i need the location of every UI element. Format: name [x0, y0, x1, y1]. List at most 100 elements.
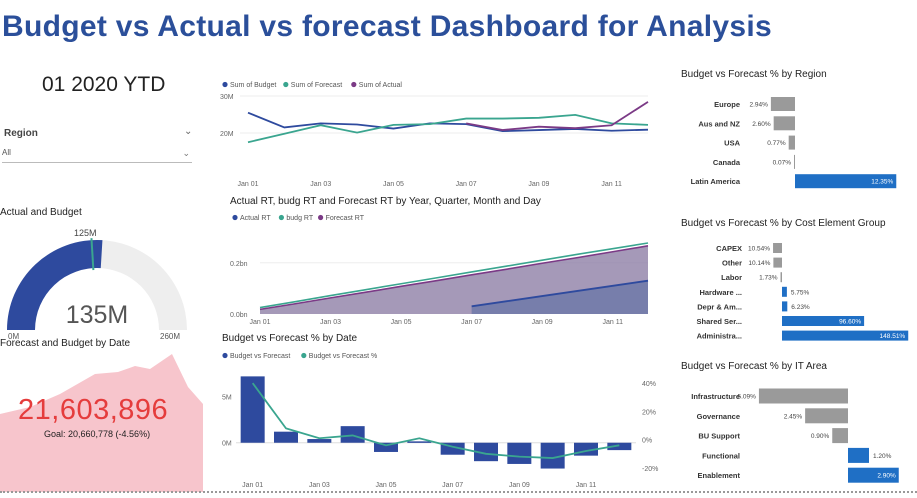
bar-positive — [782, 301, 788, 312]
bvf-date-combo-chart: Budget vs Forecast Budget vs Forecast % 5M… — [222, 352, 658, 489]
category-label: USA — [724, 139, 740, 148]
value-label: 2.94% — [749, 102, 768, 109]
legend-marker — [222, 352, 228, 359]
gauge-max-label: 260M — [160, 332, 180, 340]
series-line — [247, 113, 649, 144]
rt-area-chart: Actual RT budg RT Forecast RT0.2bn0.0bnJan… — [230, 214, 649, 326]
bar-negative — [805, 408, 848, 424]
category-label: Enablement — [697, 471, 740, 480]
it-area-hbar-chart: Infrastructure5.09% Governance 2.45% BU Sup… — [691, 388, 899, 483]
category-label: Labor — [721, 273, 742, 282]
legend-label: Budget vs Forecast — [230, 353, 290, 360]
legend-label: Forecast RT — [326, 215, 365, 222]
x-tick-label: Jan 09 — [532, 319, 553, 326]
legend-marker — [301, 352, 307, 359]
bar-negative — [788, 135, 795, 150]
chevron-down-icon: ⌄ — [182, 148, 190, 158]
y-right-tick-label: 40% — [642, 381, 656, 388]
gauge-target-label: 125M — [74, 228, 97, 238]
cost-element-hbar-chart: CAPEX 10.54% Other 10.14% Labor 1.73% Hardware… — [697, 243, 909, 341]
x-tick-label: Jan 01 — [242, 482, 263, 489]
bar-negative — [770, 97, 795, 111]
legend-marker — [222, 81, 228, 88]
bar-negative — [773, 257, 782, 268]
value-label: 12.35% — [871, 179, 893, 186]
it-area-chart-title: Budget vs Forecast % by IT Area — [681, 361, 827, 372]
category-label: Hardware ... — [699, 288, 742, 297]
legend-marker — [232, 214, 238, 221]
x-tick-label: Jan 01 — [249, 319, 270, 326]
category-label: Depr & Am... — [697, 302, 742, 311]
region-hbar-chart: Europe 2.94% Aus and NZ 2.60% USA 0.77% Canada… — [691, 97, 897, 189]
x-tick-label: Jan 11 — [602, 319, 623, 326]
category-label: Latin America — [691, 177, 741, 186]
category-label: Other — [722, 259, 742, 268]
x-tick-label: Jan 07 — [461, 319, 482, 326]
bar-negative — [832, 428, 848, 444]
bar — [307, 439, 332, 443]
legend-label: Budget vs Forecast % — [309, 353, 377, 360]
category-label: Aus and NZ — [698, 119, 740, 128]
value-label: 1.20% — [873, 453, 892, 460]
x-tick-label: Jan 07 — [442, 482, 463, 489]
category-label: BU Support — [698, 432, 740, 441]
bar — [340, 426, 365, 443]
gauge-value-label: 135M — [66, 301, 129, 329]
legend-marker — [283, 81, 289, 88]
x-tick-label: Jan 03 — [310, 181, 331, 188]
legend-label: Actual RT — [240, 215, 271, 222]
x-tick-label: Jan 09 — [528, 181, 549, 188]
bar-negative — [794, 154, 795, 169]
category-label: Administra... — [697, 332, 742, 341]
category-label: Functional — [702, 451, 740, 460]
bar — [274, 431, 298, 443]
value-label: 96.60% — [839, 319, 861, 326]
chevron-down-icon[interactable]: ⌄ — [184, 126, 192, 137]
y-left-tick-label: 5M — [222, 395, 232, 402]
y-tick-label: 0.0bn — [230, 312, 248, 319]
y-left-tick-label: 0M — [222, 441, 232, 448]
region-filter-label: Region — [4, 128, 38, 139]
legend-label: budg RT — [286, 215, 313, 222]
value-label: 5.75% — [791, 289, 810, 296]
value-label: 5.09% — [737, 394, 756, 401]
region-select[interactable]: All ⌄ — [2, 148, 192, 163]
bar-positive — [848, 447, 869, 463]
bar — [240, 376, 265, 443]
y-right-tick-label: -20% — [642, 466, 658, 473]
y-tick-label: 20M — [220, 131, 234, 138]
bvf-date-chart-title: Budget vs Forecast % by Date — [222, 333, 358, 344]
x-tick-label: Jan 03 — [309, 482, 330, 489]
y-tick-label: 0.2bn — [230, 261, 248, 268]
bar — [507, 442, 532, 464]
x-tick-label: Jan 05 — [391, 319, 412, 326]
x-tick-label: Jan 07 — [456, 181, 477, 188]
x-tick-label: Jan 09 — [509, 482, 530, 489]
category-label: Infrastructure — [691, 392, 740, 401]
x-tick-label: Jan 05 — [383, 181, 404, 188]
value-label: 2.90% — [877, 473, 896, 480]
legend-marker — [351, 81, 357, 88]
ytd-label: 01 2020 YTD — [42, 73, 166, 96]
bar-negative — [758, 388, 848, 404]
category-label: Governance — [697, 412, 740, 421]
bar-negative — [773, 116, 795, 131]
kpi-goal: Goal: 20,660,778 (-4.56%) — [44, 429, 151, 439]
legend-marker — [278, 214, 284, 221]
value-label: 0.77% — [767, 140, 786, 147]
legend-label: Sum of Actual — [359, 82, 403, 89]
value-label: 1.73% — [759, 275, 778, 282]
x-tick-label: Jan 01 — [237, 181, 258, 188]
legend-marker — [318, 214, 324, 221]
value-label: 148.51% — [880, 333, 906, 340]
rt-chart-title: Actual RT, budg RT and Forecast RT by Ye… — [230, 196, 541, 207]
legend-label: Sum of Budget — [230, 82, 276, 89]
x-tick-label: Jan 11 — [576, 482, 597, 489]
category-label: Shared Ser... — [697, 317, 742, 326]
bar-negative — [780, 272, 782, 283]
category-label: CAPEX — [716, 244, 742, 253]
gauge-title: Actual and Budget — [0, 207, 82, 218]
dashboard-title: Budget vs Actual vs forecast Dashboard f… — [2, 10, 772, 43]
bar-negative — [773, 243, 782, 253]
kpi-title: Forecast and Budget by Date — [0, 338, 131, 349]
